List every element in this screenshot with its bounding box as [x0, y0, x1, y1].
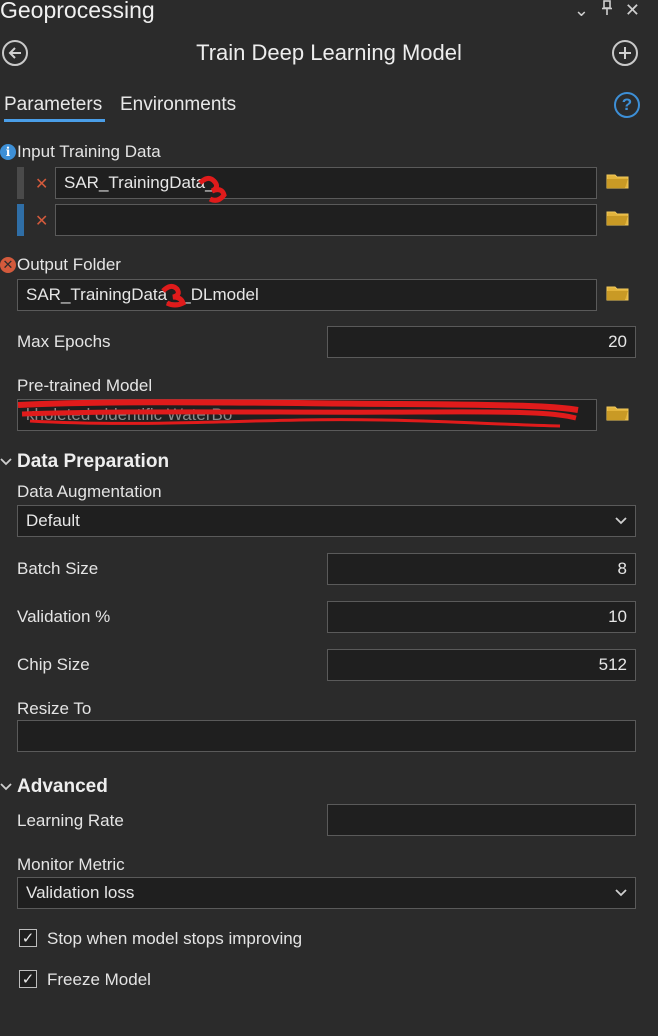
- monitor-metric-value: Validation loss: [26, 883, 135, 902]
- chevron-down-icon[interactable]: [0, 779, 12, 795]
- learning-rate-field[interactable]: [327, 804, 636, 836]
- chevron-down-icon[interactable]: [0, 454, 12, 470]
- row-grip[interactable]: [17, 167, 24, 199]
- learning-rate-label: Learning Rate: [17, 811, 124, 830]
- pane-title: Geoprocessing: [0, 0, 155, 23]
- monitor-metric-select[interactable]: Validation loss: [17, 877, 636, 909]
- input-training-data-field-2[interactable]: [55, 204, 597, 236]
- chevron-down-icon: [615, 506, 627, 536]
- batch-size-field[interactable]: 8: [327, 553, 636, 585]
- pane-controls: ⌄ ✕: [574, 0, 640, 21]
- freeze-model-label[interactable]: Freeze Model: [47, 970, 151, 990]
- output-folder-field[interactable]: SAR_TrainingData_ _DLmodel: [17, 279, 597, 311]
- chip-size-field[interactable]: 512: [327, 649, 636, 681]
- add-plus-icon[interactable]: [612, 40, 638, 66]
- advanced-header[interactable]: Advanced: [17, 776, 108, 798]
- chevron-down-icon[interactable]: ⌄: [574, 0, 589, 21]
- input-training-data-field-1[interactable]: SAR_TrainingData_: [55, 167, 597, 199]
- data-augmentation-label: Data Augmentation: [17, 482, 162, 501]
- stop-improving-checkbox[interactable]: ✓: [19, 929, 37, 947]
- data-augmentation-value: Default: [26, 511, 80, 530]
- pretrained-model-field[interactable]: kholeted oldentific WaterBo: [17, 399, 597, 431]
- row-grip[interactable]: [17, 204, 24, 236]
- chevron-down-icon: [615, 878, 627, 908]
- help-icon[interactable]: ?: [614, 92, 640, 118]
- stop-improving-label[interactable]: Stop when model stops improving: [47, 929, 302, 949]
- max-epochs-field[interactable]: 20: [327, 326, 636, 358]
- pin-icon[interactable]: [601, 0, 613, 21]
- monitor-metric-label: Monitor Metric: [17, 855, 125, 874]
- batch-size-label: Batch Size: [17, 559, 99, 578]
- resize-to-label: Resize To: [17, 699, 92, 718]
- error-icon: ✕: [0, 257, 16, 273]
- folder-icon[interactable]: [606, 284, 630, 307]
- tab-parameters[interactable]: Parameters: [4, 94, 102, 116]
- folder-icon[interactable]: [606, 209, 630, 232]
- remove-row-icon[interactable]: ✕: [35, 211, 48, 231]
- max-epochs-label: Max Epochs: [17, 332, 111, 351]
- chip-size-label: Chip Size: [17, 655, 90, 674]
- folder-icon[interactable]: [606, 172, 630, 195]
- resize-to-field[interactable]: [17, 720, 636, 752]
- output-folder-label: Output Folder: [17, 255, 121, 274]
- folder-icon[interactable]: [606, 404, 630, 427]
- data-preparation-header[interactable]: Data Preparation: [17, 451, 169, 473]
- data-augmentation-select[interactable]: Default: [17, 505, 636, 537]
- freeze-model-checkbox[interactable]: ✓: [19, 970, 37, 988]
- close-icon[interactable]: ✕: [625, 0, 640, 21]
- tab-active-indicator: [4, 119, 105, 122]
- pretrained-model-label: Pre-trained Model: [17, 376, 153, 395]
- input-training-data-label: Input Training Data: [17, 142, 161, 161]
- tab-environments[interactable]: Environments: [120, 94, 236, 116]
- remove-row-icon[interactable]: ✕: [35, 174, 48, 194]
- validation-pct-label: Validation %: [17, 607, 111, 626]
- validation-pct-field[interactable]: 10: [327, 601, 636, 633]
- info-icon: i: [0, 144, 16, 160]
- tool-title: Train Deep Learning Model: [196, 40, 462, 65]
